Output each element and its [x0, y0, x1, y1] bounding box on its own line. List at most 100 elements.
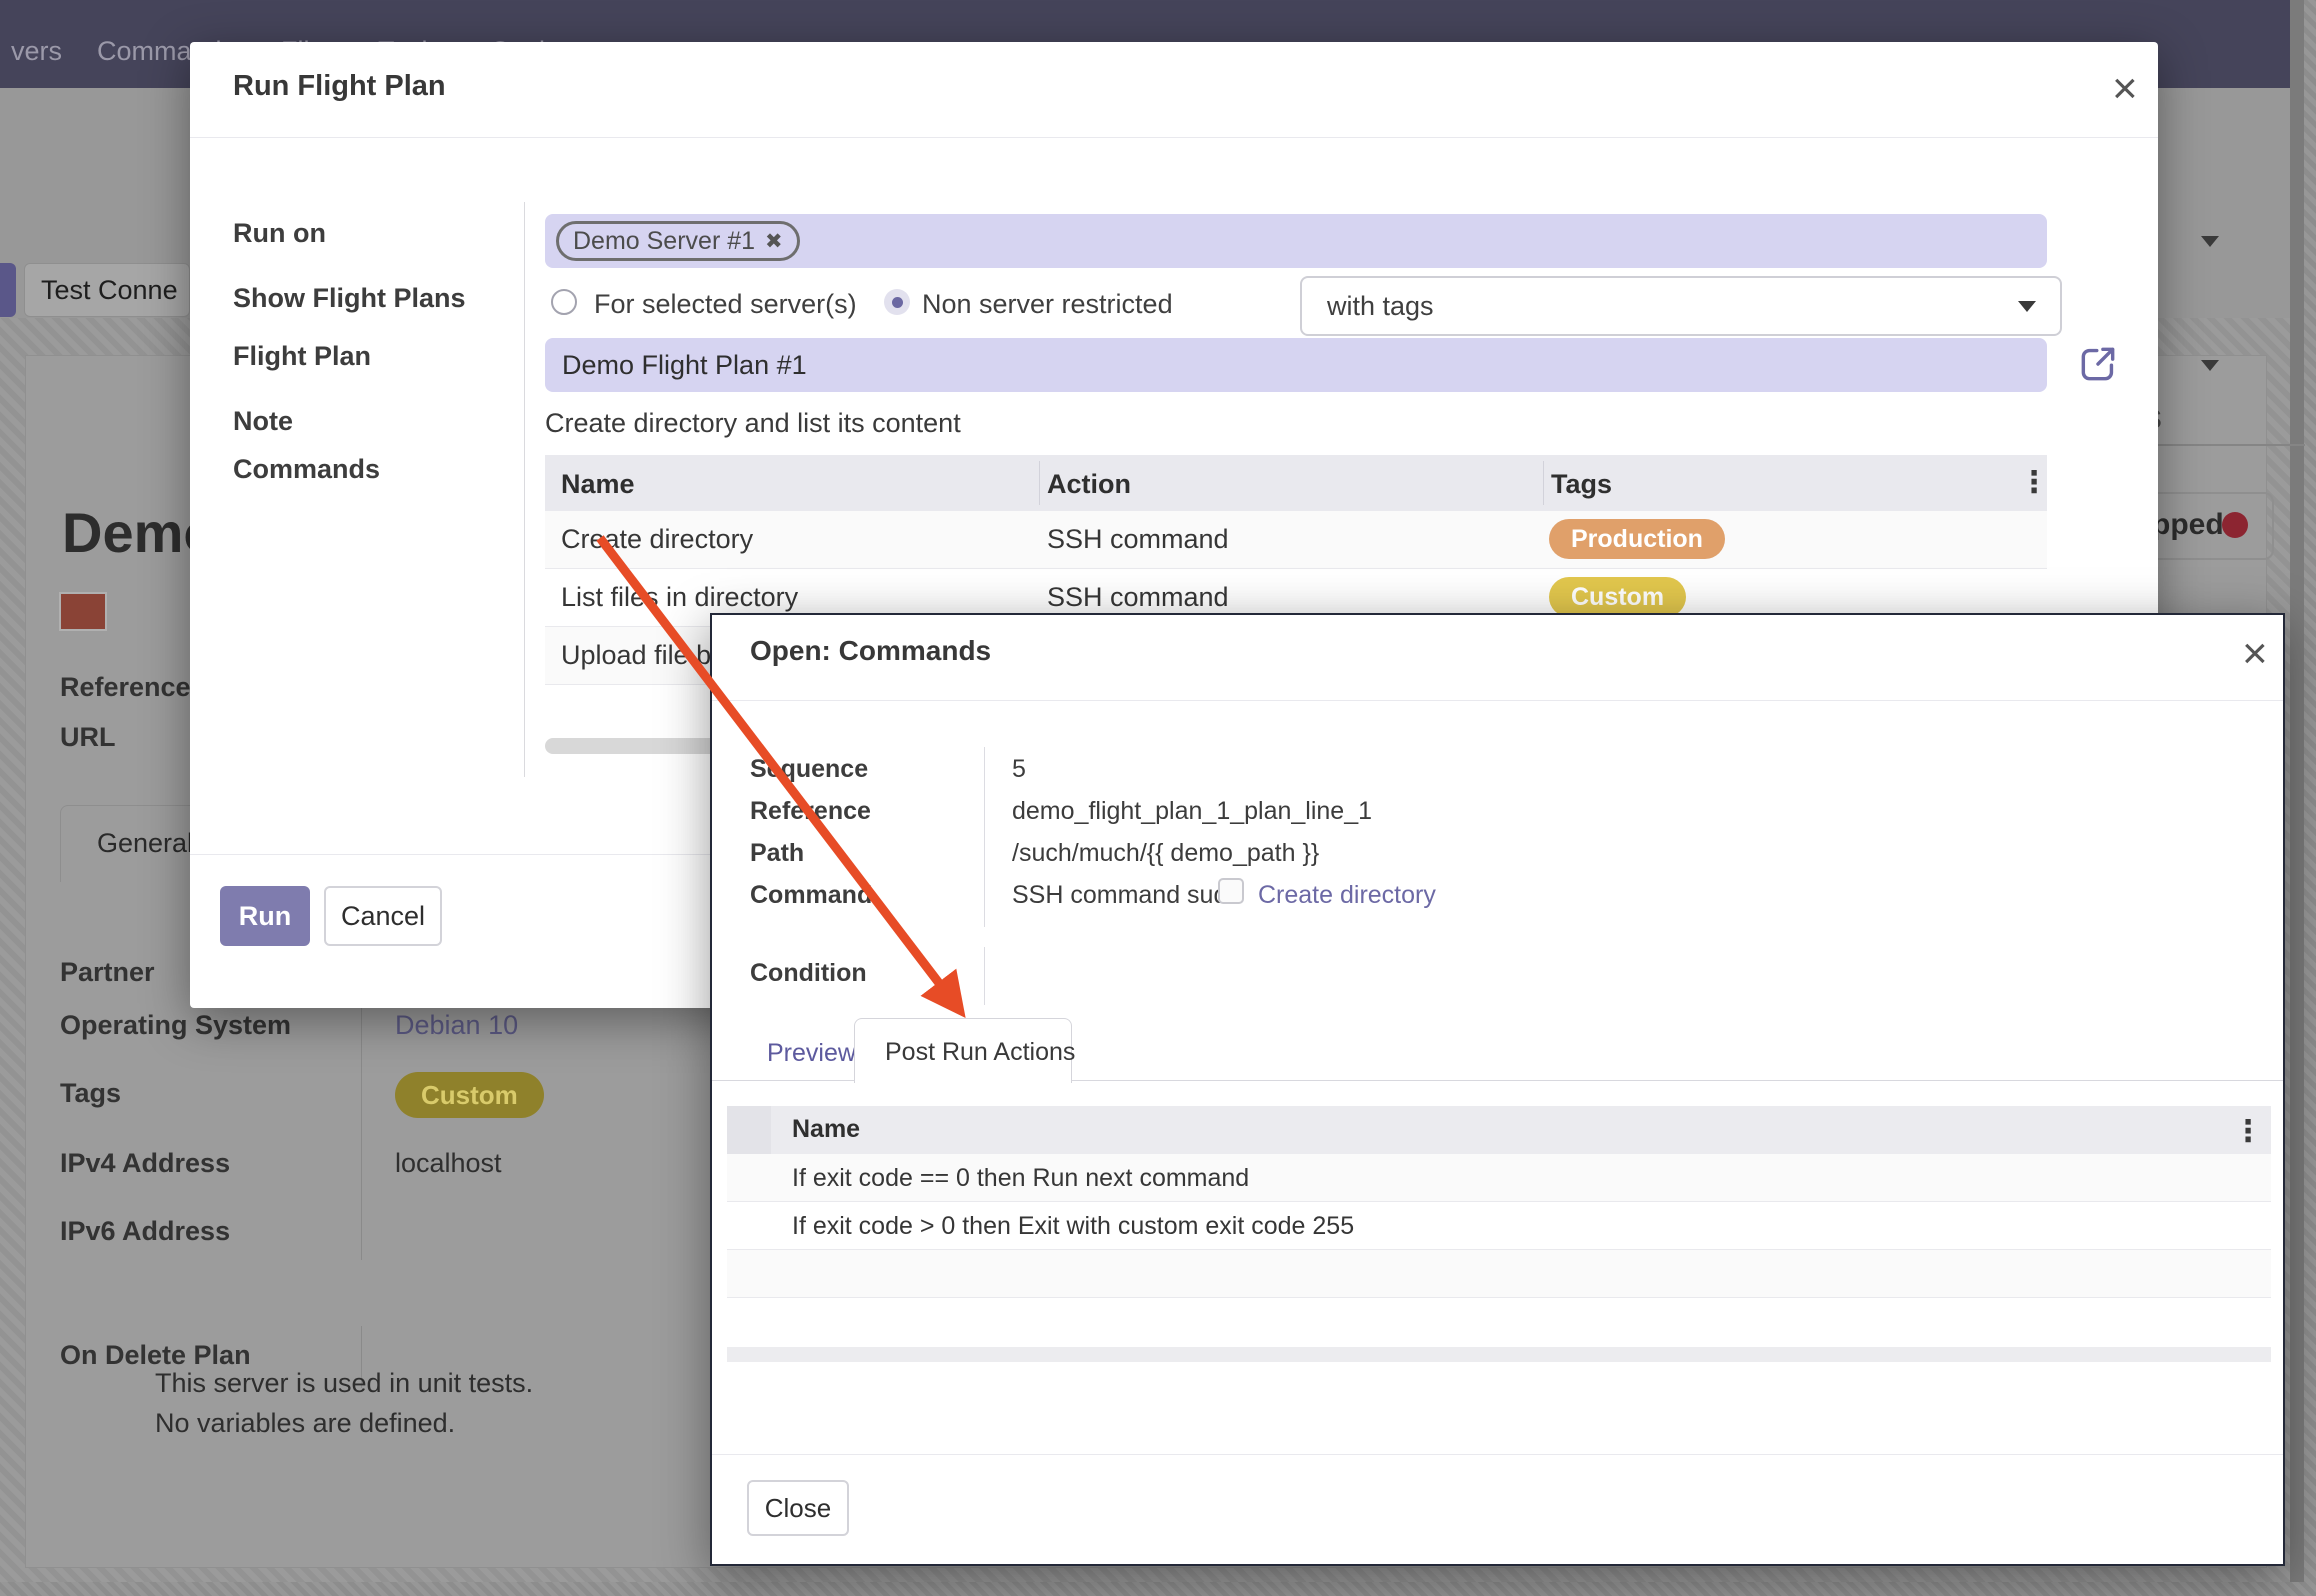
reference-label: Reference: [60, 672, 191, 703]
row-name: If exit code > 0 then Exit with custom e…: [792, 1212, 1354, 1241]
row-selector-column: [727, 1106, 771, 1154]
ipv4-value: localhost: [395, 1148, 502, 1179]
header-divider: [712, 700, 2283, 701]
run-button[interactable]: Run: [220, 886, 310, 946]
radio-non-server-restricted-label[interactable]: Non server restricted: [922, 289, 1173, 320]
sequence-label: Sequence: [750, 755, 868, 784]
col-divider: [1039, 461, 1040, 505]
tab-post-run-actions-label: Post Run Actions: [885, 1038, 1075, 1067]
flight-plan-value: Demo Flight Plan #1: [562, 350, 807, 381]
header-divider: [190, 137, 2158, 138]
col-divider: [1543, 461, 1544, 505]
server-name-heading: Demo: [62, 500, 190, 565]
col-name[interactable]: Name: [792, 1115, 860, 1144]
col-tags[interactable]: Tags: [1551, 469, 1612, 500]
url-label: URL: [60, 722, 116, 753]
horizontal-scrollbar[interactable]: [727, 1347, 2271, 1362]
run-on-label: Run on: [233, 218, 326, 249]
empty-row: [727, 1250, 2271, 1297]
row-name: List files in directory: [561, 582, 798, 613]
condition-label: Condition: [750, 959, 867, 988]
row-divider: [727, 1297, 2271, 1298]
test-connection-button[interactable]: Test Conne: [24, 263, 190, 317]
actions-table-header: Name ⋮: [727, 1106, 2271, 1154]
table-options-kebab-icon[interactable]: ⋮: [2233, 1114, 2261, 1149]
condition-divider: [984, 947, 985, 1005]
close-icon[interactable]: ×: [2242, 639, 2268, 669]
commands-label: Commands: [233, 454, 380, 485]
on-delete-plan-label: On Delete Plan: [60, 1340, 251, 1371]
server-tag[interactable]: Demo Server #1 ✖: [556, 221, 800, 261]
row-action: SSH command: [1047, 524, 1229, 555]
field-group-divider: [361, 1008, 362, 1260]
with-tags-value: with tags: [1327, 291, 1434, 322]
path-label: Path: [750, 839, 804, 868]
run-on-field[interactable]: Demo Server #1 ✖: [545, 214, 2047, 268]
tag-badge-custom-dimmed: Custom: [395, 1072, 544, 1118]
ipv6-label: IPv6 Address: [60, 1216, 230, 1247]
primary-button-fragment[interactable]: [0, 263, 16, 317]
row-name: Create directory: [561, 524, 753, 555]
radio-non-server-restricted[interactable]: [884, 289, 910, 315]
status-label-fragment: pped: [2152, 508, 2224, 542]
table-options-kebab-icon[interactable]: ⋮: [2019, 465, 2047, 500]
table-row[interactable]: Create directory SSH command Production: [545, 511, 2047, 568]
modal-title: Run Flight Plan: [233, 70, 446, 103]
command-checkbox[interactable]: [1218, 878, 1244, 904]
tab-general-label: General: [97, 828, 193, 859]
tag-badge-production: Production: [1549, 519, 1725, 559]
nav-item-servers[interactable]: vers: [11, 36, 62, 67]
tab-post-run-actions[interactable]: Post Run Actions: [854, 1018, 1072, 1083]
cancel-button[interactable]: Cancel: [324, 886, 442, 946]
chevron-down-icon: [2018, 301, 2036, 312]
show-flight-plans-label: Show Flight Plans: [233, 283, 466, 314]
tag-badge-custom: Custom: [1549, 577, 1686, 617]
window-scrollbar-gutter[interactable]: [2290, 0, 2304, 1582]
command-value: SSH command sudo: [1012, 881, 1241, 910]
tags-label: Tags: [60, 1078, 121, 1109]
flight-plan-label: Flight Plan: [233, 341, 371, 372]
note-label: Note: [233, 406, 293, 437]
radio-for-selected-servers[interactable]: [551, 289, 577, 315]
path-value: /such/much/{{ demo_path }}: [1012, 839, 1319, 868]
table-row[interactable]: If exit code == 0 then Run next command: [727, 1154, 2271, 1201]
external-link-icon[interactable]: [2076, 342, 2120, 386]
modal-title: Open: Commands: [750, 635, 991, 667]
plan-note-text: Create directory and list its content: [545, 408, 961, 439]
section-divider-fragment: [2143, 444, 2305, 446]
table-row[interactable]: If exit code > 0 then Exit with custom e…: [727, 1202, 2271, 1249]
reference-value: demo_flight_plan_1_plan_line_1: [1012, 797, 1372, 826]
server-color-swatch[interactable]: [59, 592, 107, 631]
unit-test-note-line2: No variables are defined.: [155, 1408, 455, 1439]
os-label: Operating System: [60, 1010, 291, 1041]
command-link[interactable]: Create directory: [1258, 881, 1436, 910]
tab-preview[interactable]: Preview: [767, 1039, 856, 1068]
radio-for-selected-servers-label[interactable]: For selected server(s): [594, 289, 857, 320]
row-name: If exit code == 0 then Run next command: [792, 1164, 1249, 1193]
chevron-down-icon[interactable]: [2201, 236, 2219, 247]
with-tags-select[interactable]: with tags: [1300, 276, 2062, 336]
commands-table-header: Name Action Tags ⋮: [545, 455, 2047, 511]
reference-label: Reference: [750, 797, 871, 826]
command-label: Command: [750, 881, 872, 910]
col-name[interactable]: Name: [561, 469, 635, 500]
ipv4-label: IPv4 Address: [60, 1148, 230, 1179]
row-action: SSH command: [1047, 582, 1229, 613]
sequence-value: 5: [1012, 755, 1026, 784]
partner-label: Partner: [60, 957, 155, 988]
row-name: Upload file by: [561, 640, 725, 671]
status-red-dot: [2222, 512, 2248, 538]
label-column-divider: [984, 747, 985, 927]
tag-remove-icon[interactable]: ✖: [765, 229, 783, 254]
chevron-down-icon[interactable]: [2201, 360, 2219, 371]
flight-plan-field[interactable]: Demo Flight Plan #1: [545, 338, 2047, 392]
col-action[interactable]: Action: [1047, 469, 1131, 500]
os-value-link[interactable]: Debian 10: [395, 1010, 518, 1041]
footer-divider: [712, 1454, 2283, 1455]
label-column-divider: [524, 202, 525, 777]
open-commands-modal: Open: Commands × Sequence 5 Reference de…: [710, 613, 2285, 1566]
close-button[interactable]: Close: [747, 1480, 849, 1536]
close-icon[interactable]: ×: [2112, 74, 2138, 104]
unit-test-note-line1: This server is used in unit tests.: [155, 1368, 533, 1399]
server-tag-label: Demo Server #1: [573, 227, 755, 256]
